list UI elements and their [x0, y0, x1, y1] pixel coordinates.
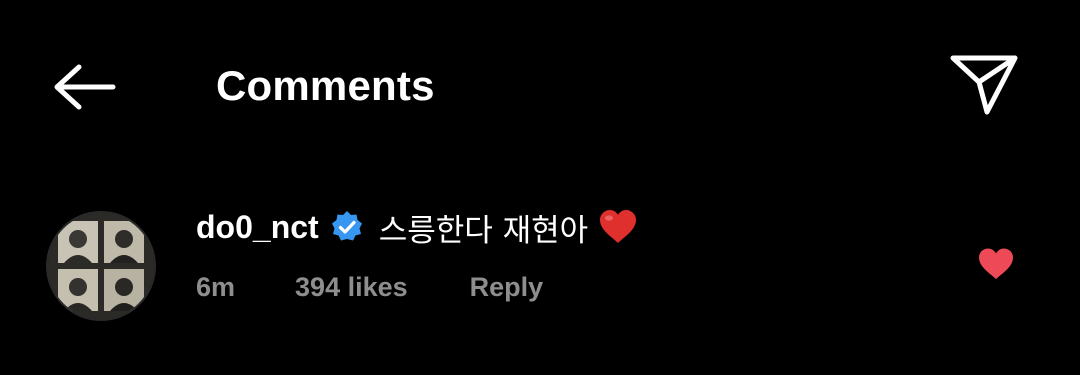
comment-timestamp: 6m — [196, 271, 236, 302]
comment-item: do0_nct 스릉한다 재현아 6m 394 likes Reply — [0, 195, 1080, 335]
verified-badge-icon — [329, 209, 365, 245]
comment-meta: 6m 394 likes Reply — [196, 267, 960, 307]
reply-button[interactable]: Reply — [470, 272, 544, 303]
share-button[interactable] — [940, 44, 1028, 124]
avatar[interactable] — [48, 213, 154, 319]
paper-plane-icon — [950, 55, 1018, 115]
back-button[interactable] — [44, 52, 124, 122]
like-button[interactable] — [972, 240, 1020, 288]
red-heart-emoji-icon — [598, 209, 638, 245]
comment-line: do0_nct 스릉한다 재현아 — [196, 205, 960, 249]
heart-filled-icon — [979, 248, 1013, 279]
username[interactable]: do0_nct — [196, 209, 319, 246]
header-bar: Comments — [0, 0, 1080, 170]
comment-body: do0_nct 스릉한다 재현아 6m 394 likes Reply — [196, 205, 960, 307]
likes-count-link[interactable]: 394 likes — [295, 272, 408, 303]
avatar-photo — [48, 213, 154, 319]
arrow-left-icon — [54, 64, 116, 110]
comment-text: 스릉한다 재현아 — [378, 212, 589, 249]
page-title: Comments — [216, 62, 435, 109]
